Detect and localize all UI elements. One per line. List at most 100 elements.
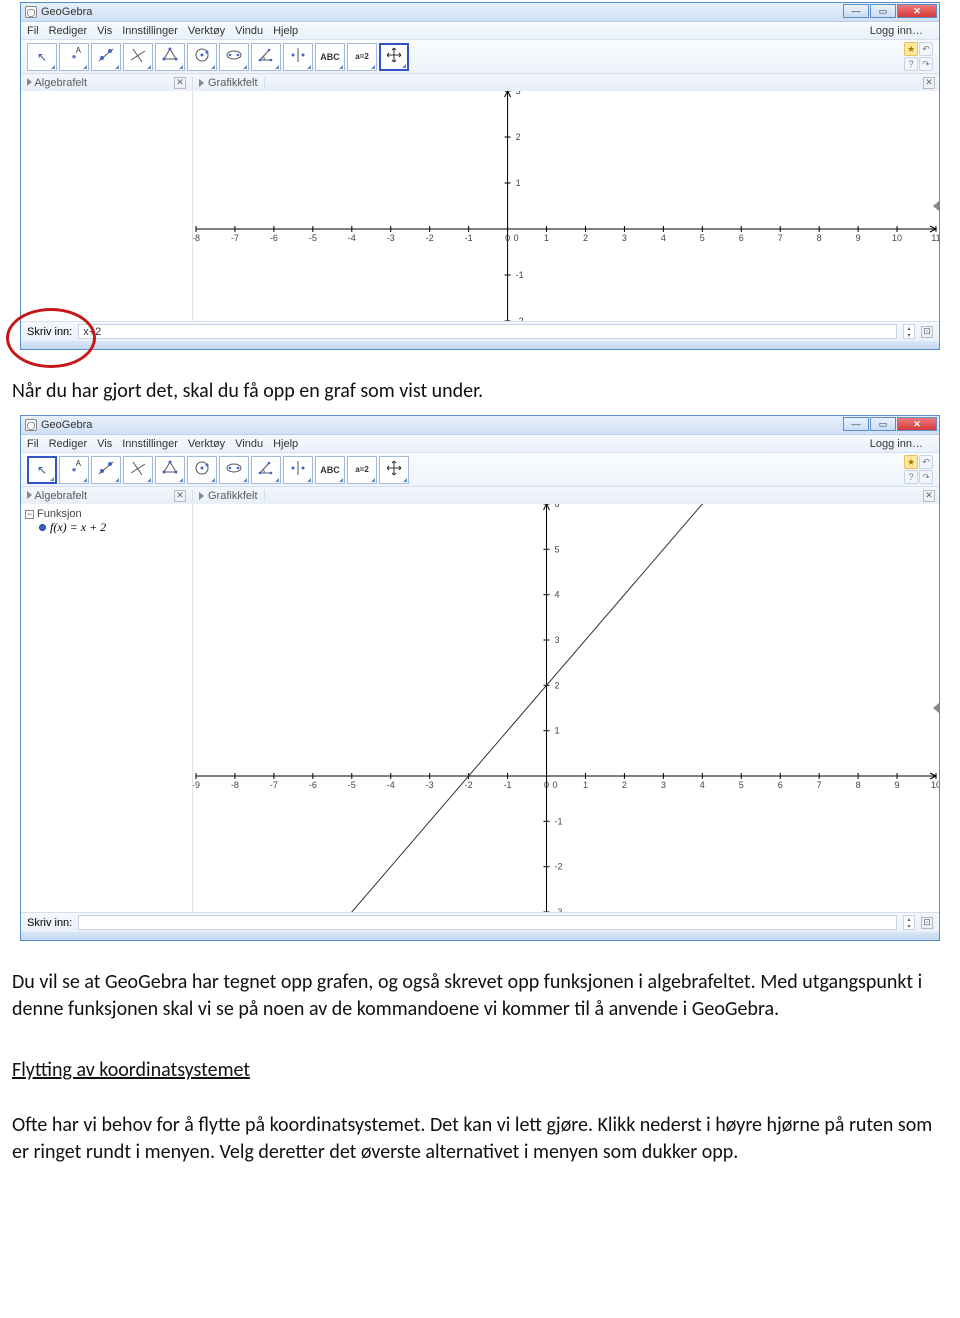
menu-window[interactable]: Vindu xyxy=(235,438,263,450)
tool-ellipse[interactable] xyxy=(219,456,249,484)
tool-circle[interactable] xyxy=(187,43,217,71)
input-stepper[interactable]: ▴▾ xyxy=(903,915,915,930)
close-algebra-icon[interactable]: ✕ xyxy=(174,77,186,89)
doc-heading-1: Flytting av koordinatsystemet xyxy=(0,1031,960,1092)
star-icon[interactable]: ★ xyxy=(904,455,918,469)
tool-pointer[interactable]: ↖ xyxy=(27,456,57,484)
ellipse-icon xyxy=(224,45,244,68)
svg-text:-7: -7 xyxy=(231,233,239,243)
input-extra-icon[interactable]: ⊡ xyxy=(921,917,933,929)
redo-icon[interactable]: ↷ xyxy=(919,57,933,71)
side-collapse-icon[interactable] xyxy=(933,201,939,211)
star-icon[interactable]: ★ xyxy=(904,42,918,56)
object-visibility-dot[interactable] xyxy=(39,524,46,531)
tool-text[interactable]: ABC xyxy=(315,43,345,71)
tool-angle[interactable] xyxy=(251,43,281,71)
svg-text:8: 8 xyxy=(817,233,822,243)
minimize-button[interactable]: — xyxy=(843,4,869,18)
svg-text:-1: -1 xyxy=(555,816,563,826)
input-stepper[interactable]: ▴▾ xyxy=(903,324,915,339)
help-icon[interactable]: ? xyxy=(904,57,918,71)
tool-text[interactable]: ABC xyxy=(315,456,345,484)
tool-transform[interactable] xyxy=(283,43,313,71)
svg-text:1: 1 xyxy=(516,178,521,188)
algebra-tab[interactable]: Algebrafelt ✕ xyxy=(21,490,193,502)
close-algebra-icon[interactable]: ✕ xyxy=(174,490,186,502)
close-graphics-icon[interactable]: ✕ xyxy=(923,490,935,502)
maximize-button[interactable]: ▭ xyxy=(870,417,896,431)
tool-transform[interactable] xyxy=(283,456,313,484)
algebra-function-row[interactable]: f(x) = x + 2 xyxy=(25,520,188,535)
svg-text:-3: -3 xyxy=(555,907,563,912)
svg-text:-6: -6 xyxy=(270,233,278,243)
tool-perp[interactable] xyxy=(123,43,153,71)
tool-circle[interactable] xyxy=(187,456,217,484)
close-button[interactable]: ✕ xyxy=(897,4,937,18)
tool-polygon[interactable] xyxy=(155,456,185,484)
algebra-tab[interactable]: Algebrafelt ✕ xyxy=(21,77,193,89)
minimize-button[interactable]: — xyxy=(843,417,869,431)
tool-polygon[interactable] xyxy=(155,43,185,71)
tool-move-view[interactable] xyxy=(379,456,409,484)
tool-ellipse[interactable] xyxy=(219,43,249,71)
triangle-right-icon xyxy=(199,492,204,500)
menu-window[interactable]: Vindu xyxy=(235,25,263,37)
toolbar: ↖ ●A ABC a=2 ★↶ ?↷ xyxy=(21,452,939,486)
tree-collapse-icon[interactable]: − xyxy=(25,510,34,519)
side-collapse-icon[interactable] xyxy=(933,703,939,713)
graphics-pane[interactable]: -9-8-7-6-5-4-3-2-1012345678910-3-2-11234… xyxy=(193,504,939,912)
maximize-button[interactable]: ▭ xyxy=(870,4,896,18)
graphics-pane[interactable]: -8-7-6-5-4-3-2-101234567891011-2-11230 xyxy=(193,91,939,321)
tool-perp[interactable] xyxy=(123,456,153,484)
tool-line[interactable] xyxy=(91,43,121,71)
menu-file[interactable]: Fil xyxy=(27,25,39,37)
svg-text:-9: -9 xyxy=(193,780,200,790)
svg-text:7: 7 xyxy=(817,780,822,790)
tool-slider[interactable]: a=2 xyxy=(347,43,377,71)
undo-icon[interactable]: ↶ xyxy=(919,455,933,469)
svg-text:10: 10 xyxy=(892,233,902,243)
input-extra-icon[interactable]: ⊡ xyxy=(921,326,933,338)
menu-help[interactable]: Hjelp xyxy=(273,25,298,37)
tool-point[interactable]: ●A xyxy=(59,456,89,484)
tool-move-view[interactable] xyxy=(379,43,409,71)
algebra-group-label: Funksjon xyxy=(37,508,82,520)
menu-view[interactable]: Vis xyxy=(97,25,112,37)
algebra-pane[interactable] xyxy=(21,91,193,321)
svg-text:1: 1 xyxy=(555,726,560,736)
tool-angle[interactable] xyxy=(251,456,281,484)
tool-point[interactable]: ●A xyxy=(59,43,89,71)
menu-view[interactable]: Vis xyxy=(97,438,112,450)
tool-slider[interactable]: a=2 xyxy=(347,456,377,484)
menu-edit[interactable]: Rediger xyxy=(49,25,88,37)
tool-pointer[interactable]: ↖ xyxy=(27,43,57,71)
graphics-tab[interactable]: Grafikkfelt xyxy=(193,490,265,502)
login-link[interactable]: Logg inn… xyxy=(870,25,923,37)
algebra-pane[interactable]: − Funksjon f(x) = x + 2 xyxy=(21,504,193,912)
menu-tools[interactable]: Verktøy xyxy=(188,438,225,450)
input-bar: Skriv inn: ▴▾ ⊡ xyxy=(21,912,939,932)
menu-file[interactable]: Fil xyxy=(27,438,39,450)
menu-help[interactable]: Hjelp xyxy=(273,438,298,450)
coordinate-graph-1: -8-7-6-5-4-3-2-101234567891011-2-11230 xyxy=(193,91,939,321)
svg-text:-2: -2 xyxy=(516,316,524,321)
undo-icon[interactable]: ↶ xyxy=(919,42,933,56)
redo-icon[interactable]: ↷ xyxy=(919,470,933,484)
menu-settings[interactable]: Innstillinger xyxy=(122,25,178,37)
svg-text:3: 3 xyxy=(622,233,627,243)
angle-icon xyxy=(256,458,276,481)
graphics-tab[interactable]: Grafikkfelt xyxy=(193,77,265,89)
bottom-strip xyxy=(21,341,939,349)
menu-settings[interactable]: Innstillinger xyxy=(122,438,178,450)
menu-tools[interactable]: Verktøy xyxy=(188,25,225,37)
tool-line[interactable] xyxy=(91,456,121,484)
slider-icon: a=2 xyxy=(355,52,369,61)
login-link[interactable]: Logg inn… xyxy=(870,438,923,450)
close-graphics-icon[interactable]: ✕ xyxy=(923,77,935,89)
algebra-group[interactable]: − Funksjon xyxy=(25,508,188,520)
menu-edit[interactable]: Rediger xyxy=(49,438,88,450)
help-icon[interactable]: ? xyxy=(904,470,918,484)
command-input[interactable] xyxy=(78,324,897,339)
close-button[interactable]: ✕ xyxy=(897,417,937,431)
command-input[interactable] xyxy=(78,915,897,930)
